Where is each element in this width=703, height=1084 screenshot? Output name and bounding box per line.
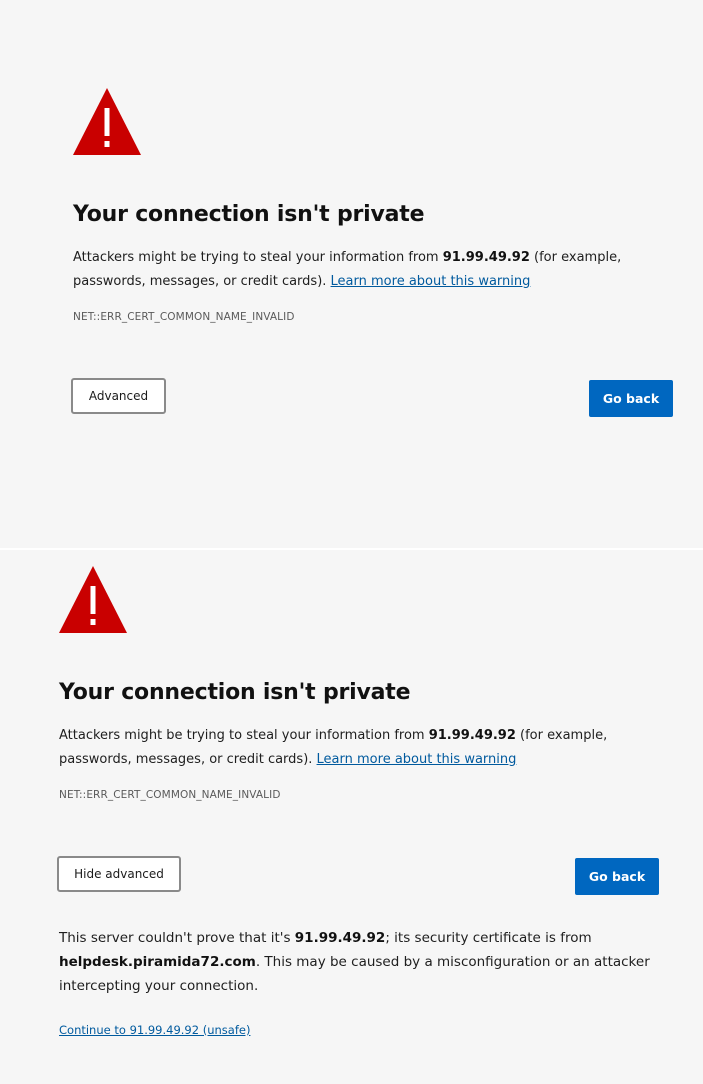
warning-triangle-icon [59, 566, 127, 633]
warning-content: Your connection isn't private Attackers … [71, 88, 673, 417]
go-back-button[interactable]: Go back [575, 858, 659, 895]
details-text: This server couldn't prove that it's [59, 930, 295, 946]
proceed-container: Continue to 91.99.49.92 (unsafe) [59, 1023, 250, 1037]
details-text-2: ; its security certificate is from [385, 930, 592, 946]
description-text: Attackers might be trying to steal your … [59, 728, 429, 743]
host-address: 91.99.49.92 [428, 728, 516, 743]
warning-description: Attackers might be trying to steal your … [73, 246, 673, 294]
page-title: Your connection isn't private [59, 680, 411, 705]
error-code: NET::ERR_CERT_COMMON_NAME_INVALID [59, 789, 281, 801]
hide-advanced-button[interactable]: Hide advanced [57, 856, 181, 892]
continue-unsafe-link[interactable]: Continue to 91.99.49.92 (unsafe) [59, 1023, 250, 1037]
advanced-details: This server couldn't prove that it's 91.… [59, 926, 659, 998]
go-back-button[interactable]: Go back [589, 380, 673, 417]
page-title: Your connection isn't private [73, 202, 425, 227]
warning-page-collapsed: Your connection isn't private Attackers … [0, 0, 703, 548]
error-code: NET::ERR_CERT_COMMON_NAME_INVALID [73, 311, 295, 323]
description-text: Attackers might be trying to steal your … [73, 250, 443, 265]
certificate-domain: helpdesk.piramida72.com [59, 954, 256, 970]
learn-more-link[interactable]: Learn more about this warning [317, 752, 517, 767]
warning-page-expanded: Your connection isn't private Attackers … [0, 550, 703, 1084]
learn-more-link[interactable]: Learn more about this warning [331, 274, 531, 289]
warning-description: Attackers might be trying to steal your … [59, 724, 659, 772]
host-address: 91.99.49.92 [442, 250, 530, 265]
advanced-button[interactable]: Advanced [71, 378, 166, 414]
warning-content: Your connection isn't private Attackers … [57, 566, 659, 1037]
details-host: 91.99.49.92 [294, 930, 386, 946]
warning-triangle-icon [73, 88, 141, 155]
